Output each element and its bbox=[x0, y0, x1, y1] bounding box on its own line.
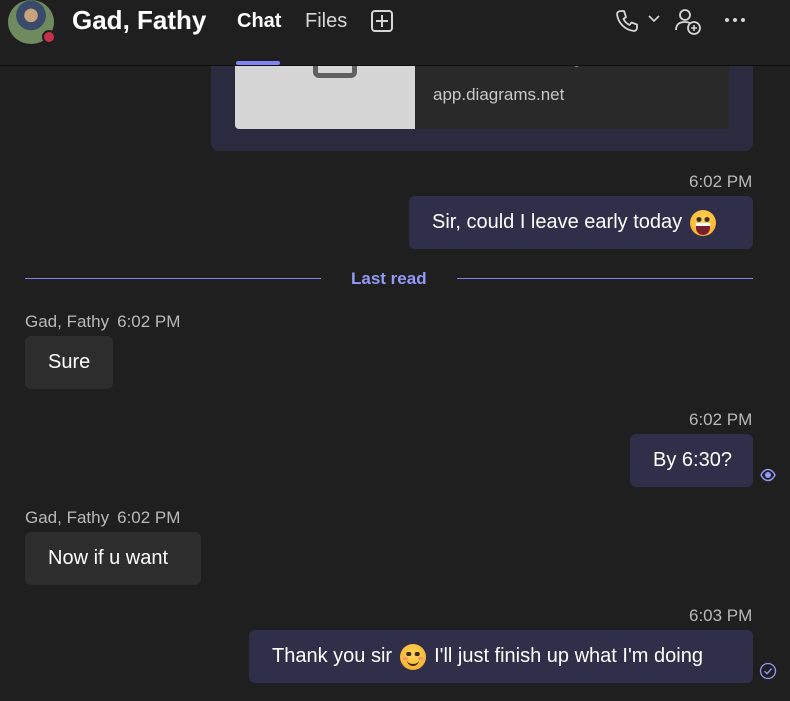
seen-icon bbox=[760, 468, 776, 487]
smile-emoji bbox=[400, 643, 427, 670]
tab-files[interactable]: Files bbox=[305, 10, 347, 33]
message-timestamp: 6:02 PM bbox=[689, 410, 753, 429]
message-list[interactable]: software for making flowcharts,... app.d… bbox=[0, 56, 790, 701]
add-people-icon[interactable] bbox=[674, 8, 702, 36]
message-header: Gad, Fathy 6:02 PM bbox=[25, 312, 180, 332]
tab-chat[interactable]: Chat bbox=[237, 10, 281, 33]
last-read-label: Last read bbox=[351, 269, 427, 288]
last-read-divider-right bbox=[457, 278, 753, 279]
message-text: Sure bbox=[48, 351, 91, 373]
chevron-down-icon[interactable] bbox=[647, 12, 661, 26]
chat-title[interactable]: Gad, Fathy bbox=[72, 5, 206, 36]
message-text: Sir, could I leave early today bbox=[432, 211, 683, 233]
avatar[interactable] bbox=[8, 0, 56, 44]
add-tab-icon[interactable] bbox=[371, 10, 393, 32]
tongue-out-emoji bbox=[690, 209, 717, 236]
active-tab-indicator bbox=[236, 61, 280, 65]
chat-header: Gad, Fathy Chat Files bbox=[0, 0, 790, 66]
incoming-message[interactable]: Sure bbox=[25, 336, 113, 389]
link-thumbnail bbox=[235, 56, 415, 129]
message-timestamp: 6:02 PM bbox=[689, 172, 753, 191]
link-message: software for making flowcharts,... app.d… bbox=[211, 56, 753, 151]
link-domain: app.diagrams.net bbox=[433, 85, 565, 104]
last-read-divider-left bbox=[25, 278, 321, 279]
sender-name: Gad, Fathy bbox=[25, 312, 110, 331]
outgoing-message[interactable]: Sir, could I leave early today bbox=[409, 196, 753, 249]
phone-icon[interactable] bbox=[614, 8, 640, 34]
chat-window: Gad, Fathy Chat Files app.diagrams.net 6… bbox=[0, 0, 790, 701]
message-text: Now if u want bbox=[48, 547, 169, 569]
message-text: Thank you sir bbox=[272, 645, 393, 667]
incoming-message[interactable]: Now if u want bbox=[25, 532, 201, 585]
outgoing-message[interactable]: By 6:30? bbox=[630, 434, 753, 487]
message-timestamp: 6:02 PM bbox=[117, 508, 181, 527]
message-header: Gad, Fathy 6:02 PM bbox=[25, 508, 180, 528]
sent-check-icon bbox=[759, 662, 777, 685]
message-text: I'll just finish up what I'm doing bbox=[434, 645, 703, 667]
presence-busy-icon bbox=[42, 30, 56, 44]
link-preview-card[interactable]: software for making flowcharts,... app.d… bbox=[235, 56, 729, 129]
message-timestamp: 6:03 PM bbox=[689, 606, 753, 625]
sender-name: Gad, Fathy bbox=[25, 508, 110, 527]
more-icon[interactable] bbox=[723, 10, 747, 30]
outgoing-message[interactable]: Thank you sir I'll just finish up what I… bbox=[249, 630, 753, 683]
message-text: By 6:30? bbox=[653, 449, 732, 471]
message-timestamp: 6:02 PM bbox=[117, 312, 181, 331]
